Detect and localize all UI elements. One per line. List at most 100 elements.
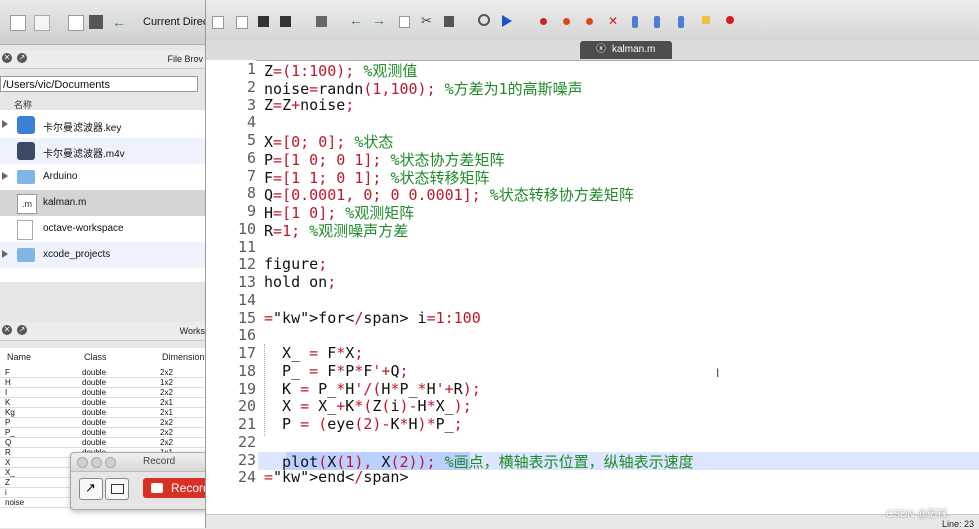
copy-icon[interactable] [68, 15, 84, 31]
code-line[interactable]: X_ = F*X; [264, 344, 363, 362]
ws-col-dimension[interactable]: Dimension [162, 352, 205, 362]
line-number-gutter: 1 2 3 4 5 6 7 8 9 10 11 12 13 14 15 16 17 18 19 20 21 22 23 24 [206, 60, 256, 520]
redo-icon[interactable]: → [372, 12, 386, 28]
main-toolbar: ← Current Direct [0, 0, 211, 45]
ws-cell-name: R [5, 448, 11, 457]
workspace-row[interactable]: Kdouble 2x1 [0, 398, 205, 408]
line-number: 6 [246, 148, 256, 167]
file-row[interactable]: octave-workspace [0, 216, 205, 242]
line-number: 22 [237, 432, 256, 451]
code-line[interactable]: R=1; %观测噪声方差 [264, 220, 408, 241]
workspace-row[interactable]: Idouble 2x2 [0, 388, 205, 398]
ws-col-name[interactable]: Name [7, 352, 31, 362]
code-line[interactable]: ="kw">end</span> [264, 468, 409, 486]
file-row[interactable]: 卡尔曼滤波器.key [0, 112, 205, 138]
open-file-icon[interactable] [236, 16, 248, 29]
file-name: 卡尔曼滤波器.key [43, 123, 122, 134]
ws-cell-class: double [82, 428, 107, 437]
line-number: 1 [246, 60, 256, 78]
expand-arrow-icon[interactable] [2, 172, 8, 180]
line-number: 20 [237, 397, 256, 416]
workspace-row[interactable]: Hdouble 1x2 [0, 378, 205, 388]
close-window-icon[interactable] [77, 457, 88, 468]
editor-toolbar: ← → ✂ ✕ [206, 0, 979, 41]
ws-cell-dim: 2x2 [160, 428, 173, 437]
line-number: 13 [237, 273, 256, 291]
workspace-row[interactable]: Pdouble 2x2 [0, 418, 205, 428]
print-icon[interactable] [316, 16, 327, 27]
find-icon[interactable] [478, 14, 490, 26]
editor-status-bar: Line: 23 [206, 514, 979, 529]
code-line[interactable]: X = X_+K*(Z(i)-H*X_); [264, 397, 472, 415]
code-line[interactable]: ="kw">for</span> i=1:100 [264, 309, 481, 327]
toggle-breakpoint-icon[interactable] [540, 18, 547, 25]
ws-cell-dim: 2x2 [160, 438, 173, 447]
document-icon [17, 220, 33, 240]
quicktime-icon [17, 142, 35, 160]
workspace-row[interactable]: Kg double 2x1 [0, 408, 205, 418]
new-file-icon[interactable] [212, 16, 224, 29]
previous-breakpoint-icon[interactable] [586, 18, 593, 25]
code-line[interactable]: P = (eye(2)-K*H)*P_; [264, 415, 463, 433]
ws-col-class[interactable]: Class [84, 352, 107, 362]
undo-icon[interactable]: ← [112, 15, 126, 29]
undock-icon[interactable]: ↗ [17, 53, 27, 63]
undock-icon[interactable]: ↗ [17, 325, 27, 335]
ws-cell-class: double [82, 398, 107, 407]
file-name: 卡尔曼滤波器.m4v [43, 149, 125, 160]
select-region-button[interactable] [105, 478, 129, 500]
stop-debug-icon[interactable] [726, 16, 734, 24]
paste-icon[interactable] [444, 16, 454, 27]
close-tab-icon[interactable]: ⓧ [596, 41, 606, 59]
file-row[interactable]: 卡尔曼滤波器.m4v [0, 138, 205, 164]
close-dock-icon[interactable]: ✕ [2, 53, 12, 63]
current-path-input[interactable]: /Users/vic/Documents [0, 76, 198, 92]
cut-icon[interactable]: ✂ [421, 13, 435, 28]
code-line[interactable]: hold on; [264, 273, 336, 291]
folder-icon [17, 170, 35, 184]
line-number: 18 [237, 361, 256, 380]
save-as-icon[interactable] [280, 16, 291, 27]
continue-icon[interactable] [702, 16, 710, 24]
ws-cell-name: Q [5, 438, 12, 447]
line-number: 9 [246, 202, 256, 220]
file-row[interactable]: xcode_projects [0, 242, 205, 268]
code-line[interactable]: P_ = F*P*F'+Q; [264, 362, 408, 380]
select-arrow-button[interactable]: ↗ [79, 478, 103, 500]
code-line[interactable]: Z=Z+noise; [264, 96, 354, 114]
folder-icon [17, 248, 35, 262]
new-file-icon[interactable] [10, 15, 26, 31]
file-row[interactable]: Arduino [0, 164, 205, 190]
undo-icon[interactable]: ← [349, 12, 363, 28]
next-breakpoint-icon[interactable] [563, 18, 570, 25]
open-file-icon[interactable] [34, 15, 50, 31]
ws-cell-dim: 2x1 [160, 408, 173, 417]
workspace-row[interactable]: Fdouble 2x2 [0, 368, 205, 378]
copy-icon[interactable] [399, 16, 410, 28]
step-icon[interactable] [632, 16, 638, 28]
ws-cell-name: Kg [5, 408, 15, 417]
paste-icon[interactable] [89, 15, 103, 29]
code-line[interactable]: K = P_*H'/(H*P_*H'+R); [264, 380, 481, 398]
line-number: 3 [246, 95, 256, 114]
code-line[interactable]: figure; [264, 255, 327, 273]
expand-arrow-icon[interactable] [2, 120, 8, 128]
workspace-row[interactable]: P_ double 2x2 [0, 428, 205, 438]
zoom-window-icon[interactable] [105, 457, 116, 468]
workspace-row[interactable]: Qdouble 2x2 [0, 438, 205, 448]
file-row[interactable]: .m kalman.m [0, 190, 205, 216]
expand-arrow-icon[interactable] [2, 250, 8, 258]
remove-breakpoints-icon[interactable]: ✕ [608, 14, 622, 28]
minimize-window-icon[interactable] [91, 457, 102, 468]
camera-icon [151, 483, 163, 493]
ws-cell-class: double [82, 388, 107, 397]
close-dock-icon[interactable]: ✕ [2, 325, 12, 335]
ws-cell-name: noise [5, 498, 25, 507]
ws-cell-name: i [5, 488, 7, 497]
step-out-icon[interactable] [678, 16, 684, 28]
save-icon[interactable] [258, 16, 269, 27]
run-icon[interactable] [502, 15, 512, 27]
step-in-icon[interactable] [654, 16, 660, 28]
line-number: 15 [237, 308, 256, 327]
tab-kalman-m[interactable]: ⓧ kalman.m [580, 41, 672, 59]
